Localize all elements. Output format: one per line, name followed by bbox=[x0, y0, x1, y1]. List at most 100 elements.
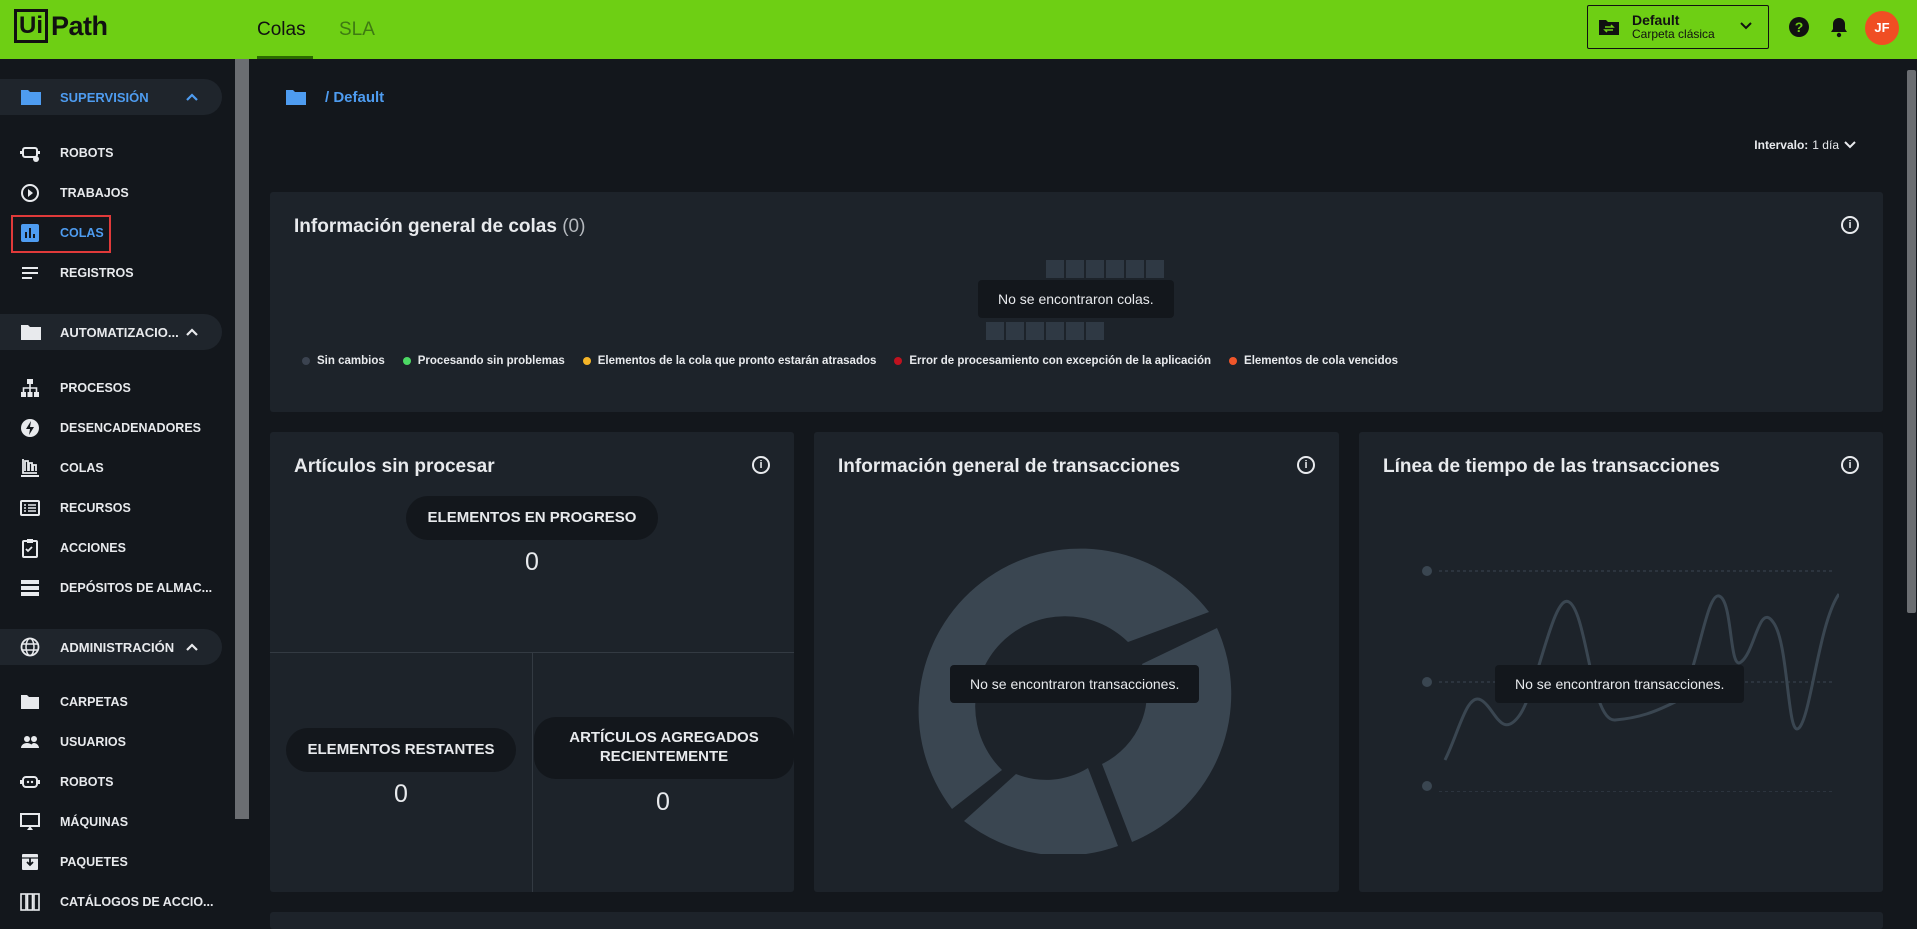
sidebar-item-label: PROCESOS bbox=[60, 381, 131, 395]
remaining-label: ELEMENTOS RESTANTES bbox=[286, 728, 516, 772]
transactions-timeline-card: Línea de tiempo de las transacciones i N… bbox=[1359, 432, 1883, 892]
folder-icon bbox=[21, 695, 39, 709]
logo-path: Path bbox=[51, 10, 108, 41]
empty-transactions-message: No se encontraron transacciones. bbox=[950, 665, 1200, 703]
sidebar-item-usuarios[interactable]: USUARIOS bbox=[0, 727, 222, 757]
sidebar-item-recursos[interactable]: RECURSOS bbox=[0, 493, 222, 523]
section-label: AUTOMATIZACIO... bbox=[60, 324, 179, 340]
legend-item: Procesando sin problemas bbox=[402, 355, 565, 367]
sidebar-item-label: ACCIONES bbox=[60, 541, 126, 555]
sidebar-item-label: REGISTROS bbox=[60, 266, 134, 280]
legend-item: Error de procesamiento con excepción de … bbox=[894, 355, 1211, 367]
breadcrumb: / Default bbox=[285, 88, 384, 106]
sidebar-item-label: COLAS bbox=[60, 461, 104, 475]
folder-swap-icon bbox=[1599, 20, 1619, 35]
section-automatizaciones[interactable]: AUTOMATIZACIO... bbox=[0, 314, 222, 350]
sidebar-item-carpetas[interactable]: CARPETAS bbox=[0, 687, 222, 717]
sidebar-item-acciones[interactable]: ACCIONES bbox=[0, 533, 222, 563]
lines-icon bbox=[22, 267, 38, 279]
empty-queues-message: No se encontraron colas. bbox=[978, 280, 1174, 318]
sidebar-item-catalogos[interactable]: CATÁLOGOS DE ACCIO... bbox=[0, 887, 222, 917]
uipath-logo[interactable]: Ui Path bbox=[14, 9, 108, 43]
sidebar-item-label: RECURSOS bbox=[60, 501, 131, 515]
sidebar-item-label: DEPÓSITOS DE ALMAC... bbox=[60, 581, 213, 595]
help-icon[interactable]: ? bbox=[1788, 16, 1810, 38]
in-progress-value: 0 bbox=[525, 548, 539, 576]
sidebar-item-label: CATÁLOGOS DE ACCIO... bbox=[60, 895, 214, 909]
sidebar-item-label: ROBOTS bbox=[60, 775, 114, 789]
svg-text:?: ? bbox=[1795, 19, 1804, 35]
monitor-icon bbox=[20, 813, 40, 830]
empty-timeline-message: No se encontraron transacciones. bbox=[1495, 665, 1745, 703]
unprocessed-items-card: Artículos sin procesar i ELEMENTOS EN PR… bbox=[270, 432, 794, 892]
folder-icon[interactable] bbox=[285, 88, 307, 106]
list-icon bbox=[20, 500, 40, 516]
top-bar: Ui Path Colas SLA Default Carpeta clásic… bbox=[0, 0, 1917, 59]
legend-item: Elementos de la cola que pronto estarán … bbox=[582, 355, 876, 367]
hierarchy-icon bbox=[21, 379, 39, 397]
sidebar-item-depositos[interactable]: DEPÓSITOS DE ALMAC... bbox=[0, 573, 222, 603]
legend-dot bbox=[582, 357, 591, 365]
info-icon[interactable]: i bbox=[1841, 456, 1859, 474]
chevron-up-icon bbox=[186, 328, 198, 336]
robot-icon bbox=[20, 776, 40, 788]
sidebar-item-robots[interactable]: ROBOTS bbox=[0, 138, 222, 168]
main-scrollbar-thumb[interactable] bbox=[1907, 70, 1916, 613]
skeleton-placeholder bbox=[1046, 260, 1166, 278]
users-icon bbox=[21, 736, 39, 748]
sidebar-item-desencadenadores[interactable]: DESENCADENADORES bbox=[0, 413, 222, 443]
bell-icon[interactable] bbox=[1829, 16, 1849, 38]
queues-overview-card: Información general de colas (0) i No se… bbox=[270, 192, 1883, 412]
selection-highlight bbox=[11, 215, 111, 253]
folder-icon bbox=[21, 90, 41, 105]
sidebar-item-label: TRABAJOS bbox=[60, 186, 129, 200]
folder-selector[interactable]: Default Carpeta clásica bbox=[1587, 5, 1769, 49]
info-icon[interactable]: i bbox=[1297, 456, 1315, 474]
sidebar-item-label: MÁQUINAS bbox=[60, 815, 129, 829]
skeleton-placeholder bbox=[986, 322, 1106, 340]
section-supervision[interactable]: SUPERVISIÓN bbox=[0, 79, 222, 115]
bottom-card bbox=[270, 912, 1883, 929]
sidebar-item-label: PAQUETES bbox=[60, 855, 128, 869]
section-administracion[interactable]: ADMINISTRACIÓN bbox=[0, 629, 222, 665]
info-icon[interactable]: i bbox=[1841, 216, 1859, 234]
transactions-overview-card: Información general de transacciones i N… bbox=[814, 432, 1339, 892]
breadcrumb-folder[interactable]: / Default bbox=[325, 89, 384, 106]
sidebar-item-trabajos[interactable]: TRABAJOS bbox=[0, 178, 222, 208]
chevron-down-icon bbox=[1740, 22, 1752, 30]
sidebar-item-paquetes[interactable]: PAQUETES bbox=[0, 847, 222, 877]
storage-icon bbox=[21, 580, 39, 596]
sidebar-item-label: CARPETAS bbox=[60, 695, 128, 709]
interval-label: Intervalo: bbox=[1754, 138, 1809, 152]
section-label: ADMINISTRACIÓN bbox=[60, 639, 175, 655]
sidebar-item-colas[interactable]: COLAS bbox=[0, 453, 222, 483]
queue-count: (0) bbox=[562, 216, 586, 237]
legend-dot bbox=[302, 357, 310, 365]
queues-legend: Sin cambios Procesando sin problemas Ele… bbox=[302, 355, 1398, 367]
card-title: Artículos sin procesar bbox=[294, 456, 495, 477]
package-icon bbox=[22, 854, 38, 870]
robot-icon bbox=[20, 147, 40, 162]
recent-value: 0 bbox=[656, 788, 670, 816]
bolt-icon bbox=[21, 419, 39, 437]
books-icon bbox=[20, 893, 40, 911]
tab-sla[interactable]: SLA bbox=[339, 0, 375, 59]
section-label: SUPERVISIÓN bbox=[60, 89, 149, 105]
legend-dot bbox=[894, 357, 903, 365]
sidebar-item-registros[interactable]: REGISTROS bbox=[0, 258, 222, 288]
info-icon[interactable]: i bbox=[752, 456, 770, 474]
chevron-up-icon bbox=[186, 93, 198, 101]
sidebar-item-maquinas[interactable]: MÁQUINAS bbox=[0, 807, 222, 837]
interval-value: 1 día bbox=[1812, 138, 1839, 152]
legend-dot bbox=[402, 357, 411, 365]
tab-colas[interactable]: Colas bbox=[257, 0, 313, 59]
legend-dot bbox=[1229, 357, 1238, 365]
sidebar-item-robots-admin[interactable]: ROBOTS bbox=[0, 767, 222, 797]
folder-type: Carpeta clásica bbox=[1632, 27, 1715, 41]
interval-selector[interactable]: Intervalo: 1 día bbox=[1754, 138, 1857, 152]
in-progress-label: ELEMENTOS EN PROGRESO bbox=[406, 496, 658, 540]
sidebar-item-procesos[interactable]: PROCESOS bbox=[0, 373, 222, 403]
user-avatar[interactable]: JF bbox=[1865, 11, 1899, 45]
sidebar-scrollbar[interactable] bbox=[235, 59, 249, 819]
divider bbox=[532, 652, 533, 892]
